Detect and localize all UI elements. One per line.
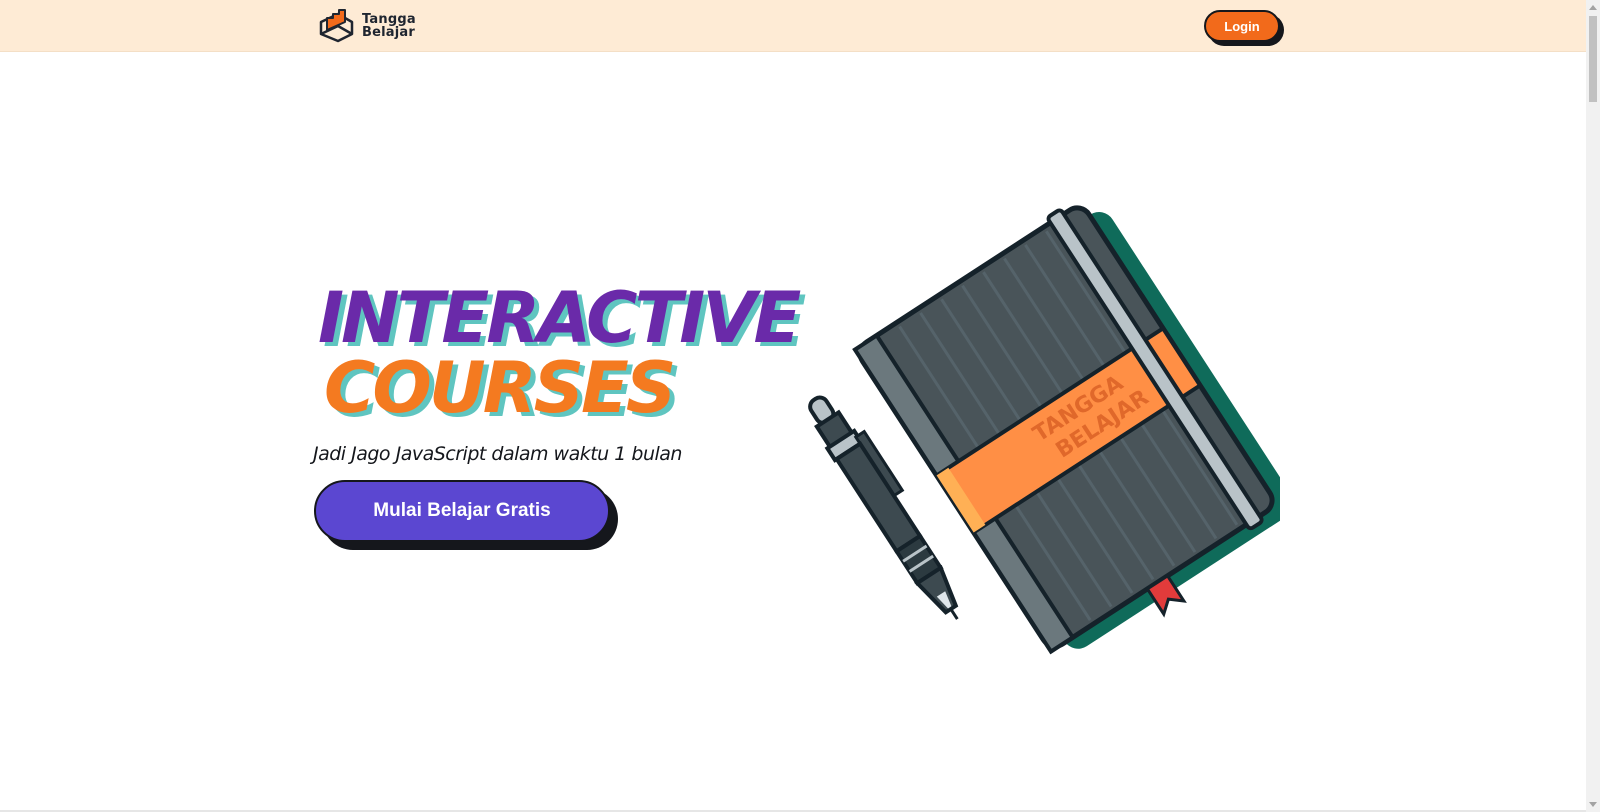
login-button[interactable]: Login — [1204, 10, 1280, 42]
hero-subtitle: Jadi Jago JavaScript dalam waktu 1 bulan — [313, 443, 682, 465]
page-scrollbar[interactable] — [1586, 0, 1600, 812]
notebook-and-pen-illustration: TANGGA BELAJAR — [808, 205, 1280, 655]
hero-title-line2: COURSES — [324, 347, 676, 429]
scroll-up-icon[interactable] — [1589, 5, 1597, 10]
navbar: Tangga Belajar Login — [0, 0, 1586, 52]
brand-name: Tangga Belajar — [362, 13, 422, 39]
brand-line2: Belajar — [362, 25, 415, 40]
hero-title-line1: INTERACTIVE — [318, 277, 801, 359]
hero-title: INTERACTIVE COURSES — [318, 277, 801, 429]
scroll-down-icon[interactable] — [1589, 802, 1597, 807]
scrollbar-thumb[interactable] — [1589, 16, 1597, 102]
brand-logo[interactable]: Tangga Belajar — [318, 8, 422, 44]
stairs-book-logo-icon — [319, 9, 354, 43]
start-learning-button[interactable]: Mulai Belajar Gratis — [314, 480, 610, 542]
